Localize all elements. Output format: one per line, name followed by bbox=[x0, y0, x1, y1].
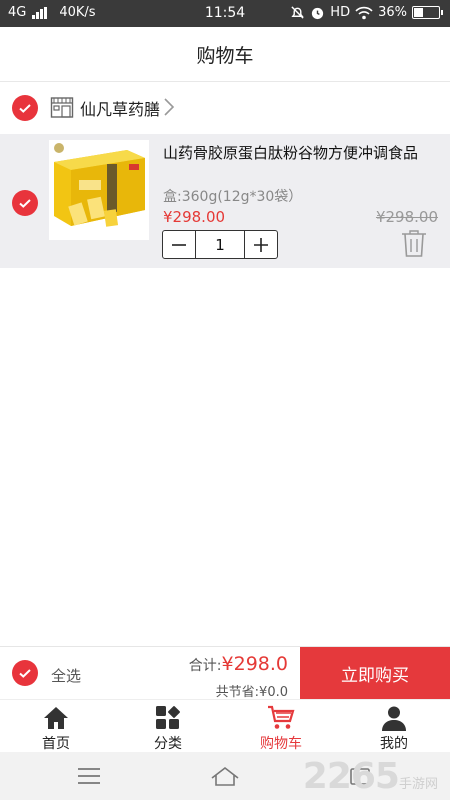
select-all-checkbox[interactable] bbox=[12, 660, 38, 686]
tab-home[interactable]: 首页 bbox=[16, 700, 96, 753]
saved-line: 共节省:¥0.0 bbox=[216, 681, 288, 700]
product-image[interactable] bbox=[49, 140, 149, 240]
buy-now-button[interactable]: 立即购买 bbox=[300, 647, 450, 700]
tab-label: 购物车 bbox=[260, 736, 302, 752]
page-title-bar: 购物车 bbox=[0, 27, 450, 82]
quantity-stepper[interactable]: 1 bbox=[162, 230, 278, 259]
check-icon bbox=[19, 669, 31, 678]
battery-fill bbox=[414, 8, 424, 17]
item-price: ¥298.00 bbox=[163, 208, 226, 226]
check-icon bbox=[19, 104, 31, 113]
hd-label: HD bbox=[330, 5, 351, 20]
trash-icon[interactable] bbox=[400, 228, 428, 258]
item-title[interactable]: 山药骨胶原蛋白肽粉谷物方便冲调食品 bbox=[163, 144, 443, 163]
home-icon bbox=[44, 707, 68, 729]
item-original-price: ¥298.00 bbox=[375, 208, 438, 226]
watermark-logo: 2265手游网 bbox=[303, 756, 438, 797]
cart-icon bbox=[268, 705, 295, 729]
tab-label: 我的 bbox=[380, 736, 408, 752]
cart-item[interactable]: 山药骨胶原蛋白肽粉谷物方便冲调食品 盒:360g(12g*30袋） ¥298.0… bbox=[0, 134, 450, 268]
status-right: HD 36% bbox=[290, 5, 443, 20]
battery-percent: 36% bbox=[378, 5, 407, 20]
store-name[interactable]: 仙凡草药膳 bbox=[80, 96, 160, 120]
checkout-bar: 全选 合计:¥298.0 共节省:¥0.0 立即购买 bbox=[0, 646, 450, 700]
home-nav-icon[interactable] bbox=[210, 764, 240, 788]
item-spec: 盒:360g(12g*30袋） bbox=[163, 189, 303, 205]
watermark-suffix: 手游网 bbox=[398, 777, 438, 792]
store-icon bbox=[50, 97, 74, 118]
plus-icon bbox=[254, 237, 268, 252]
decrease-button[interactable] bbox=[163, 231, 195, 258]
tab-label: 分类 bbox=[154, 736, 182, 752]
saved-label: 共节省: bbox=[215, 685, 260, 700]
total-label: 合计: bbox=[188, 658, 222, 674]
watermark-number: 2265 bbox=[302, 756, 400, 797]
page-title: 购物车 bbox=[196, 44, 254, 67]
increase-button[interactable] bbox=[245, 231, 277, 258]
check-icon bbox=[19, 199, 31, 208]
menu-icon[interactable] bbox=[74, 764, 104, 788]
tab-cart[interactable]: 购物车 bbox=[241, 700, 321, 753]
total-line: 合计:¥298.0 bbox=[189, 653, 288, 675]
chevron-right-icon[interactable] bbox=[163, 97, 175, 117]
saved-amount: ¥0.0 bbox=[259, 685, 288, 700]
store-row[interactable]: 仙凡草药膳 bbox=[0, 82, 450, 134]
item-checkbox[interactable] bbox=[12, 190, 38, 216]
quantity-value[interactable]: 1 bbox=[195, 231, 245, 258]
product-box-illustration bbox=[49, 140, 149, 240]
alarm-off-icon bbox=[291, 6, 304, 19]
minus-icon bbox=[172, 243, 186, 246]
system-nav-bar: 2265手游网 bbox=[0, 752, 450, 800]
tab-mine[interactable]: 我的 bbox=[354, 700, 434, 753]
alarm-clock-icon bbox=[312, 7, 324, 20]
tab-bar: 首页 分类 购物车 我的 bbox=[0, 699, 450, 752]
store-checkbox[interactable] bbox=[12, 95, 38, 121]
user-icon bbox=[382, 706, 406, 731]
tab-label: 首页 bbox=[42, 736, 70, 752]
wifi-icon bbox=[355, 6, 373, 19]
battery-icon bbox=[412, 6, 443, 19]
tab-category[interactable]: 分类 bbox=[128, 700, 208, 753]
total-amount: ¥298.0 bbox=[221, 653, 288, 675]
status-bar: 4G 40K/s 11:54 HD 36% bbox=[0, 0, 450, 27]
category-icon bbox=[156, 706, 180, 729]
select-all-label[interactable]: 全选 bbox=[51, 665, 81, 686]
